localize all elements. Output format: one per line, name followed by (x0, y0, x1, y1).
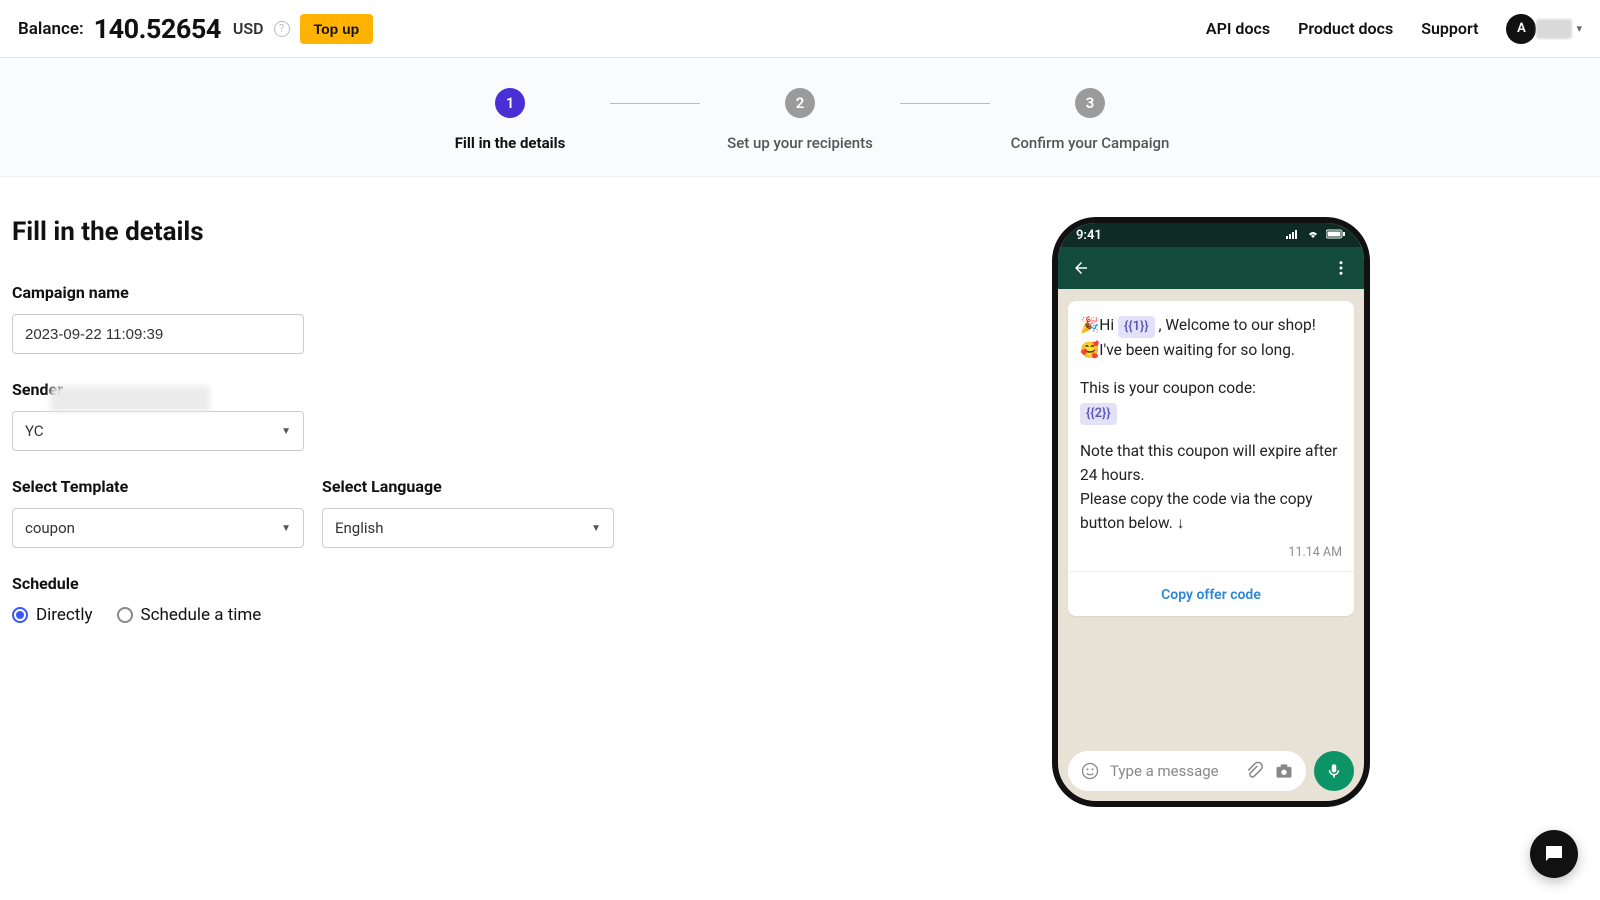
schedule-directly-radio[interactable]: Directly (12, 605, 93, 625)
msg-text: 🎉Hi (1080, 316, 1118, 334)
wifi-icon (1306, 229, 1320, 239)
avatar: A (1506, 14, 1536, 44)
msg-line-2: 🥰I've been waiting for so long. (1080, 338, 1342, 362)
step-3-number: 3 (1075, 88, 1105, 118)
msg-line-5: Please copy the code via the copy button… (1080, 487, 1342, 535)
section-title: Fill in the details (12, 217, 1012, 247)
form-column: Fill in the details Campaign name Sender… (12, 217, 1012, 807)
topup-button[interactable]: Top up (300, 14, 374, 44)
template-group: Select Template coupon ▼ (12, 477, 304, 548)
back-arrow-icon[interactable] (1072, 259, 1090, 277)
schedule-radio-group: Directly Schedule a time (12, 605, 1012, 625)
step-3[interactable]: 3 Confirm your Campaign (990, 88, 1190, 152)
language-group: Select Language English ▼ (322, 477, 614, 548)
sender-value: YC (25, 422, 44, 440)
placeholder-1: {{1}} (1118, 316, 1155, 338)
sender-select[interactable]: YC ▼ (12, 411, 304, 451)
status-time: 9:41 (1076, 228, 1102, 243)
phone-status-bar: 9:41 (1058, 223, 1364, 247)
placeholder-2: {{2}} (1080, 403, 1117, 425)
campaign-name-row: Campaign name (12, 283, 1012, 354)
msg-text: , Welcome to our shop! (1159, 316, 1316, 334)
language-value: English (335, 519, 384, 537)
template-label: Select Template (12, 477, 304, 496)
language-label: Select Language (322, 477, 614, 496)
template-language-row: Select Template coupon ▼ Select Language… (12, 477, 1012, 574)
schedule-label: Schedule (12, 574, 1012, 593)
nav-product-docs[interactable]: Product docs (1298, 19, 1393, 38)
chat-header (1058, 247, 1364, 289)
schedule-time-label: Schedule a time (141, 605, 262, 625)
step-2[interactable]: 2 Set up your recipients (700, 88, 900, 152)
template-value: coupon (25, 519, 75, 537)
stepper: 1 Fill in the details 2 Set up your reci… (0, 88, 1600, 152)
copy-offer-button[interactable]: Copy offer code (1161, 587, 1261, 603)
bubble-footer: Copy offer code (1068, 571, 1354, 617)
header-nav: API docs Product docs Support A ▾ (1206, 14, 1582, 44)
radio-icon (12, 607, 28, 623)
schedule-time-radio[interactable]: Schedule a time (117, 605, 262, 625)
spacer (1080, 362, 1342, 376)
language-select[interactable]: English ▼ (322, 508, 614, 548)
status-icons (1283, 228, 1346, 243)
stepper-strip: 1 Fill in the details 2 Set up your reci… (0, 58, 1600, 177)
chevron-down-icon: ▼ (281, 426, 291, 437)
camera-icon[interactable] (1274, 761, 1294, 781)
step-2-number: 2 (785, 88, 815, 118)
schedule-row: Schedule Directly Schedule a time (12, 574, 1012, 625)
msg-line-1: 🎉Hi {{1}} , Welcome to our shop! (1080, 313, 1342, 338)
signal-icon (1286, 229, 1300, 239)
nav-api-docs[interactable]: API docs (1206, 19, 1270, 38)
mic-button[interactable] (1314, 751, 1354, 791)
balance-section: Balance: 140.52654 USD ? Top up (18, 13, 373, 45)
spacer (1080, 425, 1342, 439)
step-connector (900, 103, 990, 104)
msg-line-4: Note that this coupon will expire after … (1080, 439, 1342, 487)
chat-input-bar: Type a message (1068, 751, 1354, 791)
chat-input[interactable]: Type a message (1068, 751, 1306, 791)
more-icon[interactable] (1332, 259, 1350, 277)
campaign-name-label: Campaign name (12, 283, 1012, 302)
step-2-label: Set up your recipients (727, 134, 873, 152)
chevron-down-icon: ▼ (591, 523, 601, 534)
nav-support[interactable]: Support (1421, 19, 1478, 38)
chevron-down-icon: ▼ (281, 523, 291, 534)
sender-row: Sender YC ▼ (12, 380, 1012, 451)
campaign-name-input[interactable] (12, 314, 304, 354)
step-connector (610, 103, 700, 104)
step-3-label: Confirm your Campaign (1011, 134, 1170, 152)
attachment-icon[interactable] (1244, 761, 1264, 781)
msg-placeholder-2-row: {{2}} (1080, 400, 1342, 425)
message-time: 11.14 AM (1080, 543, 1342, 562)
sender-value-redacted (50, 386, 210, 412)
chevron-down-icon: ▾ (1576, 22, 1582, 35)
phone-preview: 9:41 🎉Hi {{1}} , Welcome to our shop! (1052, 217, 1370, 807)
chat-body: 🎉Hi {{1}} , Welcome to our shop! 🥰I've b… (1058, 289, 1364, 745)
msg-line-3: This is your coupon code: (1080, 376, 1342, 400)
balance-amount: 140.52654 (94, 13, 221, 45)
balance-currency: USD (233, 19, 264, 38)
step-1-number: 1 (495, 88, 525, 118)
chat-launcher-button[interactable] (1530, 830, 1578, 878)
battery-icon (1326, 229, 1346, 239)
emoji-icon (1080, 761, 1100, 781)
balance-label: Balance: (18, 19, 84, 39)
step-1-label: Fill in the details (455, 134, 566, 152)
user-menu[interactable]: A ▾ (1506, 14, 1582, 44)
schedule-directly-label: Directly (36, 605, 93, 625)
radio-icon (117, 607, 133, 623)
message-bubble: 🎉Hi {{1}} , Welcome to our shop! 🥰I've b… (1068, 301, 1354, 616)
mic-icon (1325, 762, 1343, 780)
chat-icon (1542, 842, 1566, 866)
step-1[interactable]: 1 Fill in the details (410, 88, 610, 152)
help-icon[interactable]: ? (274, 21, 290, 37)
avatar-name-redacted (1536, 19, 1572, 39)
chat-input-placeholder: Type a message (1110, 762, 1219, 780)
app-header: Balance: 140.52654 USD ? Top up API docs… (0, 0, 1600, 58)
template-select[interactable]: coupon ▼ (12, 508, 304, 548)
preview-column: 9:41 🎉Hi {{1}} , Welcome to our shop! (1052, 217, 1432, 807)
main-content: Fill in the details Campaign name Sender… (0, 177, 1600, 807)
